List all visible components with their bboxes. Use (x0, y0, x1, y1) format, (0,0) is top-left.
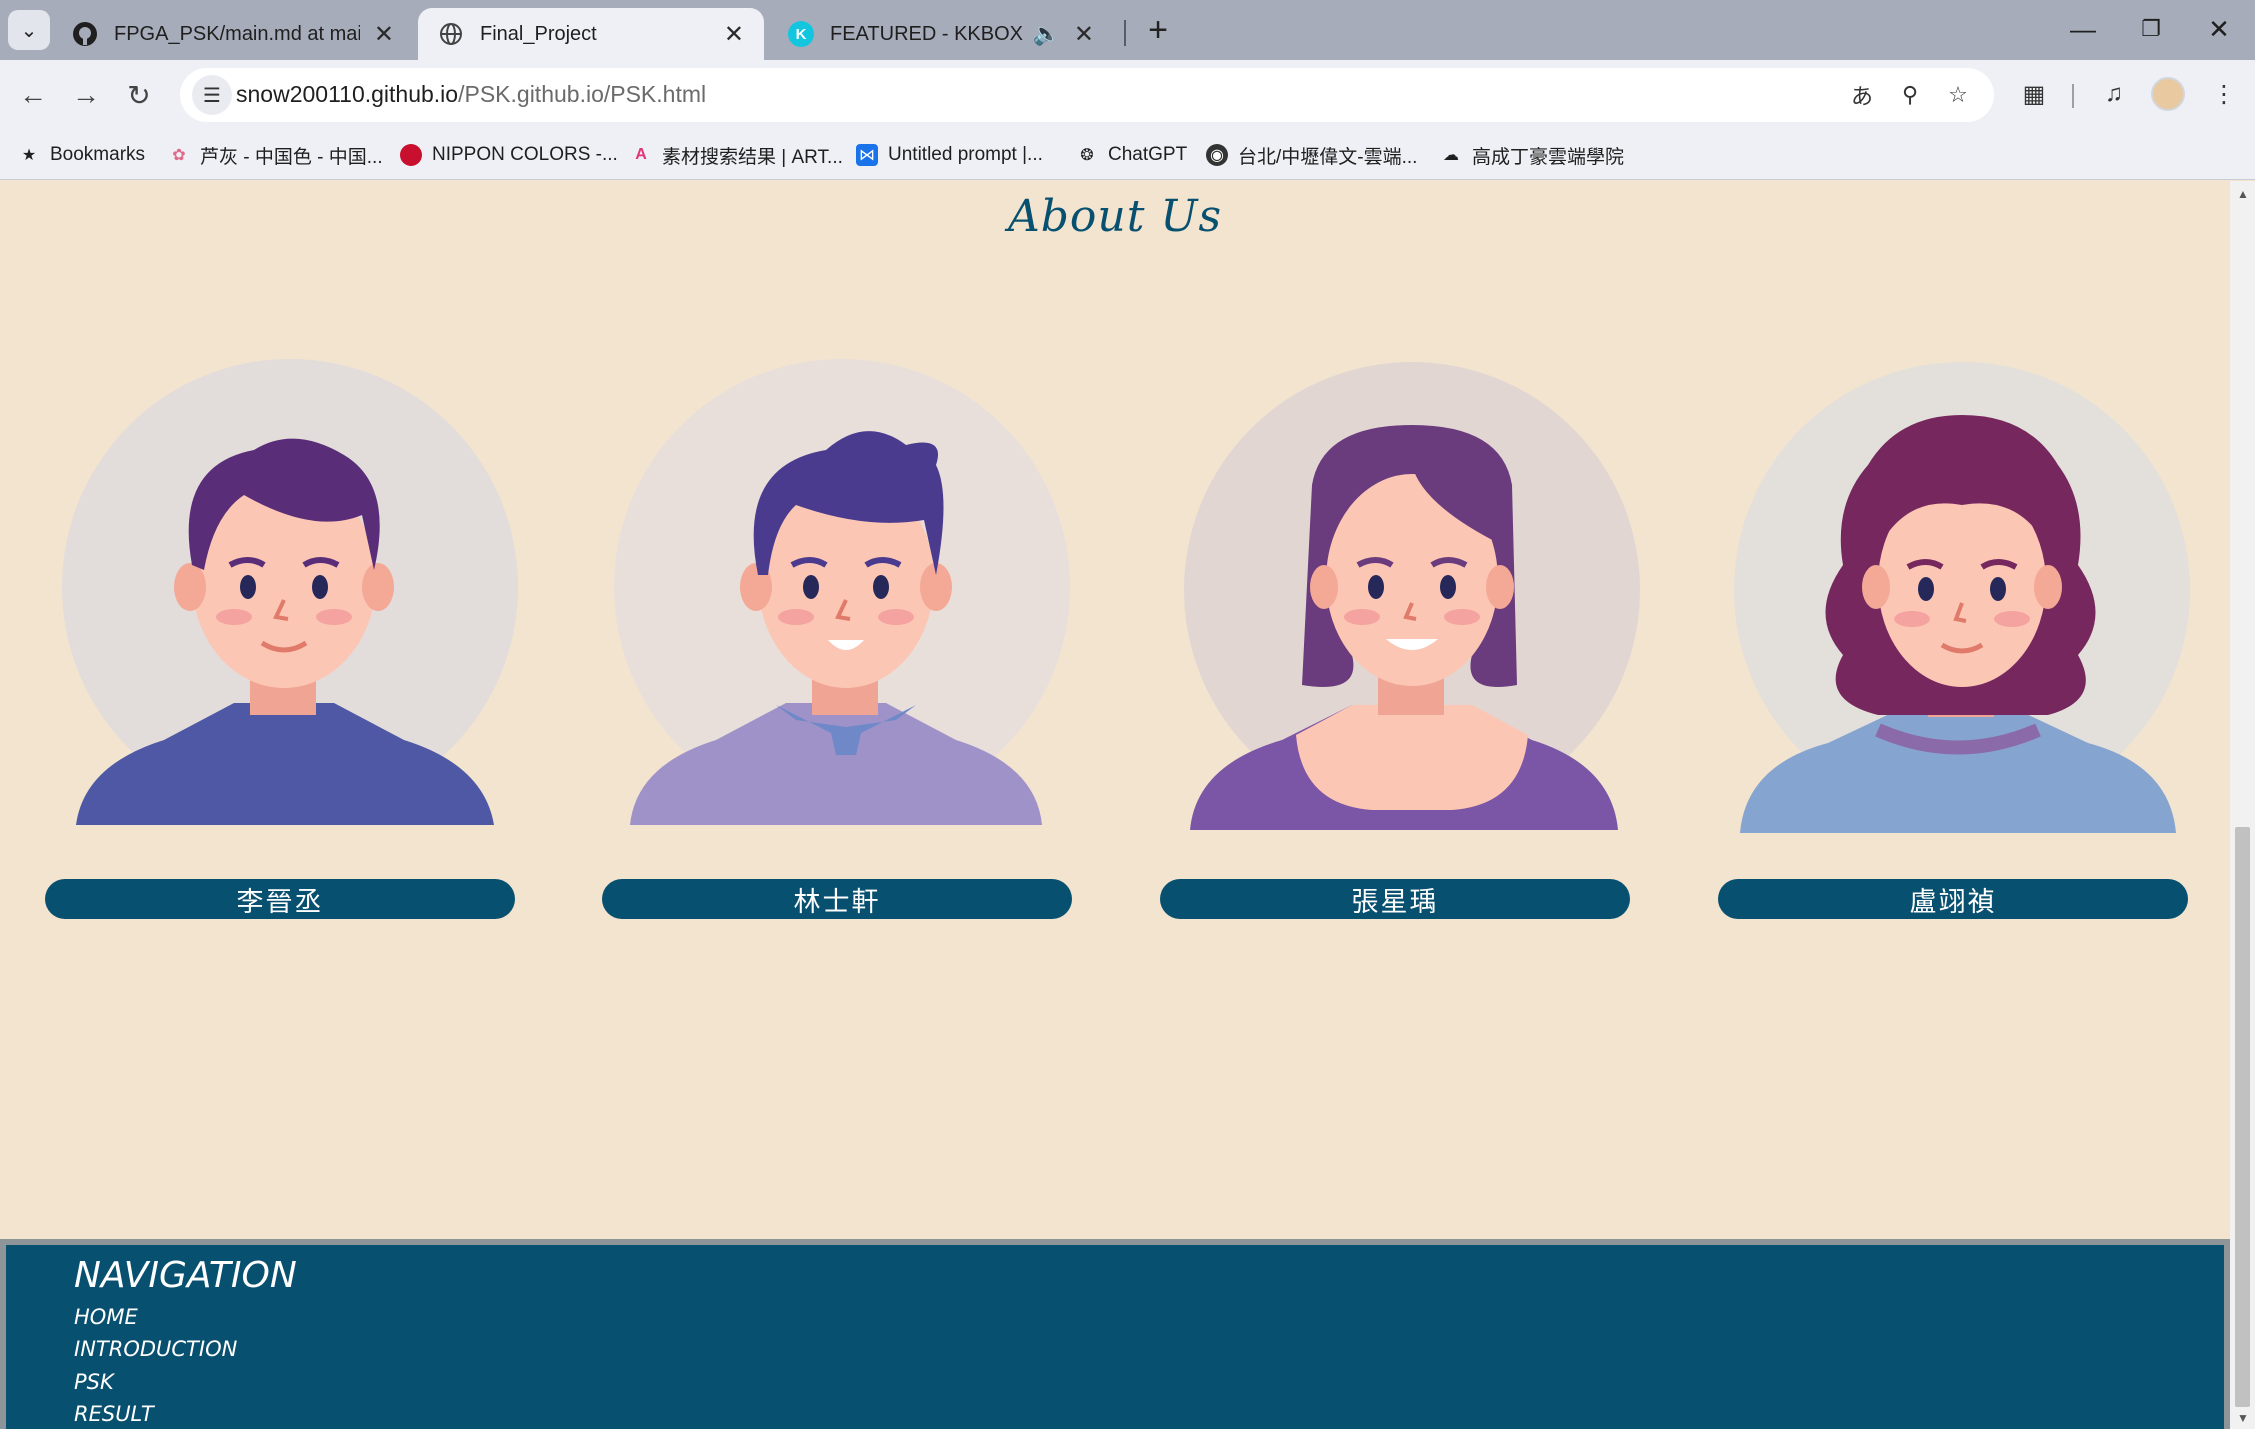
forward-arrow-icon[interactable]: → (65, 74, 107, 116)
url-path: /PSK.github.io/PSK.html (458, 81, 707, 107)
chatgpt-icon: ❂ (1080, 147, 1094, 164)
bookmark-label: NIPPON COLORS -... (432, 144, 618, 165)
member-avatar-3 (1184, 362, 1640, 830)
red-dot-icon (400, 144, 422, 166)
member-name-badge: 盧翊禎 (1718, 879, 2188, 919)
member-name-badge: 張星瑀 (1160, 879, 1630, 919)
tab-separator (1124, 20, 1126, 46)
bookmark-label: Bookmarks (50, 144, 146, 165)
member-avatar-1 (62, 359, 518, 825)
address-bar[interactable]: ☰ snow200110.github.io/PSK.github.io/PSK… (180, 68, 1994, 122)
more-menu-icon[interactable]: ⋮ (2206, 76, 2242, 112)
footer-link-home[interactable]: HOME (74, 1305, 138, 1329)
bookmark-item[interactable]: ✿ 芦灰 - 中国色 - 中国... (168, 140, 383, 170)
bookmark-label: 高成丁豪雲端學院 (1472, 146, 1625, 168)
member-card (1718, 355, 2198, 835)
scroll-up-arrow-icon[interactable]: ▲ (2236, 187, 2250, 201)
cloud-icon: ☁ (1443, 147, 1459, 164)
reload-icon[interactable]: ↻ (118, 74, 160, 116)
bookmark-item[interactable]: ★ Bookmarks (18, 140, 145, 170)
tab-title: FEATURED - KKBOX Web P (830, 22, 1026, 45)
toolbar-separator (2072, 84, 2074, 108)
tab-strip: ⌄ FPGA_PSK/main.md at main · ✕ Final_Pro… (0, 0, 2255, 60)
footer-navigation: NAVIGATION HOME INTRODUCTION PSK RESULT (0, 1239, 2230, 1429)
globe-icon: ◉ (1206, 144, 1228, 166)
bow-icon: ⋈ (856, 144, 878, 166)
tab-title: FPGA_PSK/main.md at main · (114, 22, 360, 45)
site-settings-icon[interactable]: ☰ (192, 75, 232, 115)
bookmark-label: Untitled prompt |... (888, 144, 1043, 165)
scroll-down-arrow-icon[interactable]: ▼ (2236, 1411, 2250, 1425)
bookmark-star-icon[interactable]: ☆ (1942, 79, 1974, 111)
bookmark-label: 台北/中壢偉文-雲端... (1238, 146, 1418, 168)
browser-toolbar: ← → ↻ ☰ snow200110.github.io/PSK.github.… (0, 60, 2255, 130)
bookmark-item[interactable]: ⋈ Untitled prompt |... (856, 140, 1043, 170)
close-tab-icon[interactable]: ✕ (1074, 20, 1094, 49)
member-name-badge: 李晉丞 (45, 879, 515, 919)
member-avatar-2 (614, 359, 1070, 825)
tab-kkbox[interactable]: K FEATURED - KKBOX Web P 🔈 ✕ (768, 8, 1114, 60)
bookmarks-bar: ★ Bookmarks ✿ 芦灰 - 中国色 - 中国... NIPPON COLO… (0, 130, 2255, 180)
globe-icon (438, 21, 464, 47)
page-viewport: About Us 李晉丞 林士軒 張星瑀 盧翊禎 NAVIGATION HOME… (0, 181, 2230, 1429)
member-card (606, 355, 1086, 835)
window-close-icon[interactable]: ✕ (2186, 0, 2252, 58)
tab-final-project[interactable]: Final_Project ✕ (418, 8, 764, 60)
scroll-thumb[interactable] (2235, 827, 2250, 1407)
footer-link-introduction[interactable]: INTRODUCTION (74, 1337, 237, 1361)
speaker-icon[interactable]: 🔈 (1032, 21, 1059, 47)
bookmark-label: 素材搜索结果 | ART... (662, 146, 843, 168)
url-text[interactable]: snow200110.github.io/PSK.github.io/PSK.h… (236, 81, 706, 108)
flower-icon: ✿ (172, 147, 186, 164)
bookmark-item[interactable]: A 素材搜索结果 | ART... (630, 140, 843, 170)
close-tab-icon[interactable]: ✕ (724, 20, 744, 49)
page-scrollbar[interactable]: ▲ ▼ (2230, 181, 2255, 1429)
member-name-badge: 林士軒 (602, 879, 1072, 919)
restore-icon[interactable]: ❐ (2118, 0, 2184, 58)
star-icon: ★ (21, 147, 37, 164)
tab-title: Final_Project (480, 22, 597, 45)
member-card (44, 355, 524, 835)
bookmark-label: ChatGPT (1108, 144, 1188, 165)
extensions-puzzle-icon[interactable]: ▦ (2016, 76, 2052, 112)
footer-link-psk[interactable]: PSK (74, 1370, 114, 1394)
bookmark-label: 芦灰 - 中国色 - 中国... (200, 146, 383, 168)
back-arrow-icon[interactable]: ← (12, 74, 54, 116)
member-card (1172, 355, 1652, 835)
tab-github[interactable]: FPGA_PSK/main.md at main · ✕ (52, 8, 414, 60)
close-tab-icon[interactable]: ✕ (374, 20, 394, 49)
bookmark-item[interactable]: ☁ 高成丁豪雲端學院 (1440, 140, 1624, 170)
bookmark-item[interactable]: NIPPON COLORS -... (400, 140, 618, 170)
minimize-icon[interactable]: — (2050, 0, 2116, 58)
footer-link-result[interactable]: RESULT (74, 1402, 154, 1426)
new-tab-plus-icon[interactable]: + (1138, 10, 1178, 50)
translate-icon[interactable]: あ (1846, 79, 1878, 111)
footer-title: NAVIGATION (74, 1255, 297, 1296)
profile-avatar[interactable] (2151, 77, 2185, 111)
bookmark-item[interactable]: ◉ 台北/中壢偉文-雲端... (1206, 140, 1417, 170)
zoom-magnifier-icon[interactable]: ⚲ (1894, 79, 1926, 111)
media-controls-icon[interactable]: ♫ (2096, 76, 2132, 112)
url-host: snow200110.github.io (236, 81, 459, 107)
tab-search-chevron-down-icon[interactable]: ⌄ (8, 10, 50, 50)
bookmark-item[interactable]: ❂ ChatGPT (1076, 140, 1187, 170)
member-avatar-4 (1734, 362, 2190, 833)
art-icon: A (635, 146, 647, 163)
page-title: About Us (1007, 191, 1223, 242)
kkbox-icon: K (788, 21, 814, 47)
github-icon (72, 21, 98, 47)
